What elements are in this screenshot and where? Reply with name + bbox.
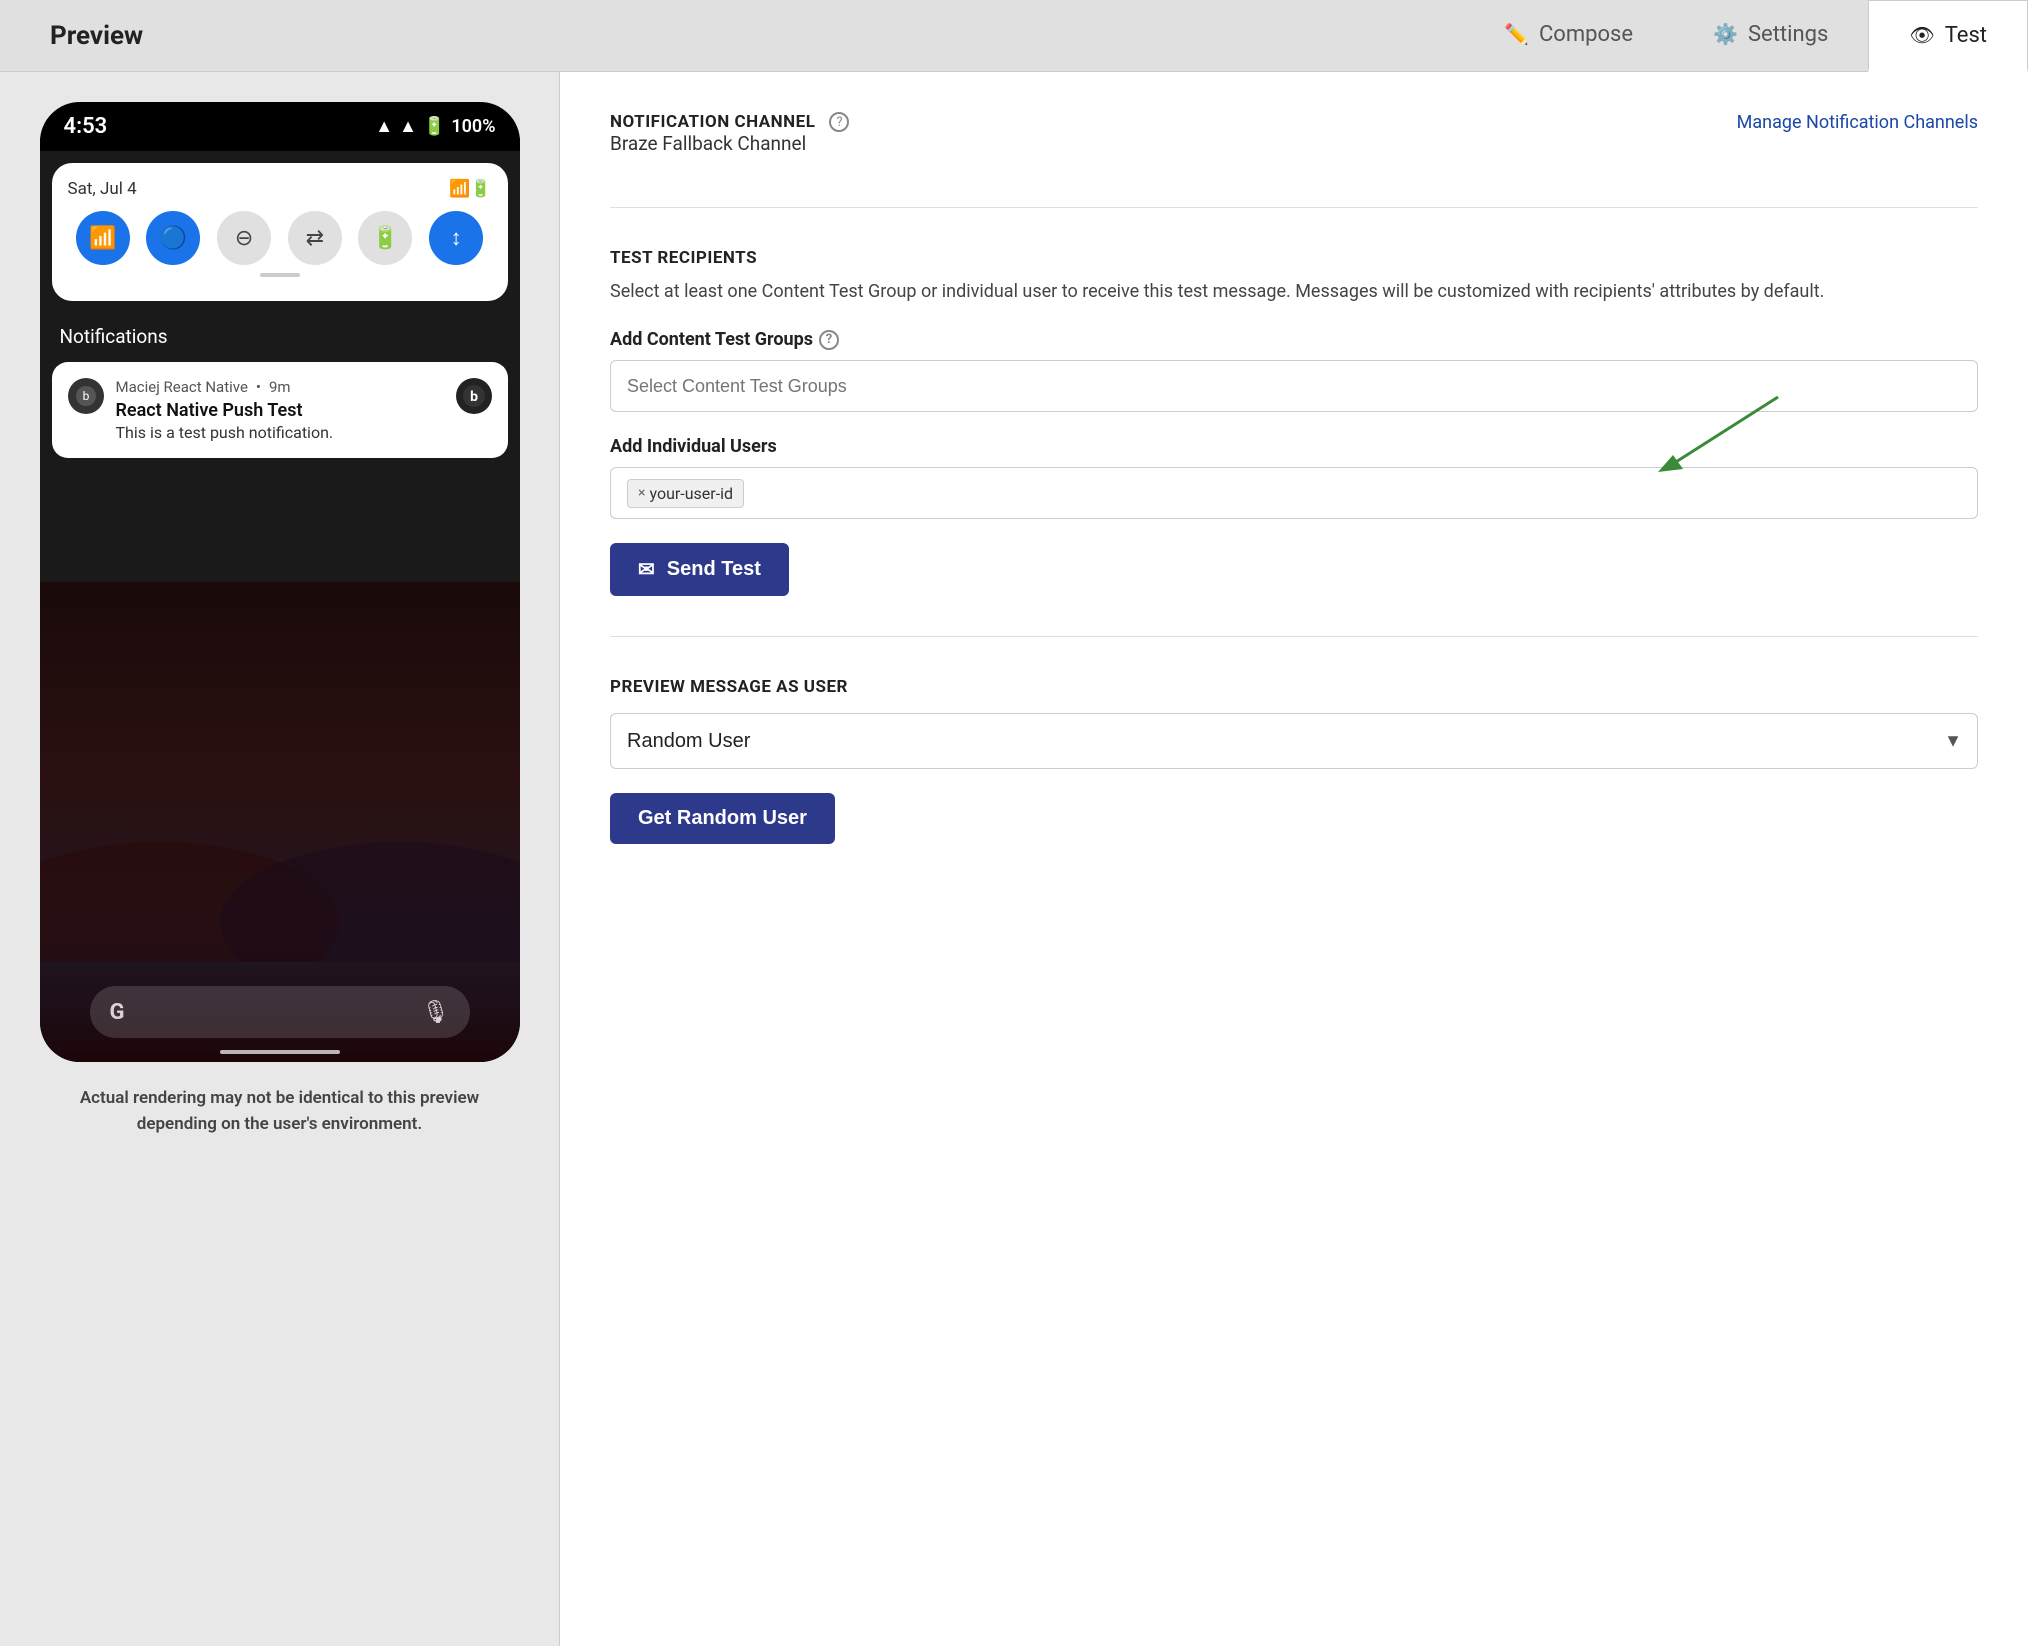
google-search-bar[interactable]: G 🎙 [90,986,470,1038]
svg-text:b: b [470,389,478,405]
notif-content: Maciej React Native • 9m React Native Pu… [116,378,444,442]
phone-bottom-bar-area: G 🎙 [40,942,520,1062]
wifi-icon: 📶 [89,226,116,251]
top-bar: Preview ✏️ Compose ⚙️ Settings 👁 Test [0,0,2028,72]
phone-date: Sat, Jul 4 [68,179,137,199]
notif-braze-icon: b [456,378,492,414]
notif-header: Maciej React Native • 9m [116,378,444,396]
battery-saver-icon: 🔋 [372,226,399,251]
bluetooth-toggle[interactable]: 🔵 [146,211,200,265]
bluetooth-icon: 🔵 [160,226,187,251]
quick-settings: 📶 🔵 ⊖ ⇄ 🔋 ↕ [68,211,492,265]
preview-user-select[interactable]: Random User Specific User [610,713,1978,769]
wifi-signal-icon: ▲ [375,116,393,137]
phone-mockup: 4:53 ▲ ▲ 🔋 100% Sat, Jul 4 📶🔋 📶 [40,102,520,1062]
individual-users-input[interactable]: × your-user-id [610,467,1978,519]
tab-test-label: Test [1945,23,1987,48]
status-icons: ▲ ▲ 🔋 100% [375,116,495,137]
battery-saver-toggle[interactable]: 🔋 [358,211,412,265]
send-test-label: Send Test [667,558,761,581]
phone-home-indicator [220,1050,340,1054]
pencil-icon: ✏️ [1504,22,1529,46]
data-icon: ↕ [451,225,462,251]
notification-channel-label: NOTIFICATION CHANNEL [610,112,815,132]
notification-card: b Maciej React Native • 9m React Native … [52,362,508,458]
preview-user-select-wrapper: Random User Specific User ▼ [610,713,1978,769]
test-recipients-label: TEST RECIPIENTS [610,248,1978,268]
tab-settings-label: Settings [1748,22,1828,47]
test-recipients-description: Select at least one Content Test Group o… [610,278,1978,305]
landscape-silhouette [40,762,520,962]
preview-panel: 4:53 ▲ ▲ 🔋 100% Sat, Jul 4 📶🔋 📶 [0,72,560,1646]
add-groups-help-icon[interactable]: ? [819,330,839,350]
notification-channel-help-icon[interactable]: ? [829,112,849,132]
drag-handle [260,273,300,277]
dnd-toggle[interactable]: ⊖ [217,211,271,265]
right-panel: NOTIFICATION CHANNEL ? Braze Fallback Ch… [560,72,2028,1646]
tab-group: ✏️ Compose ⚙️ Settings 👁 Test [1464,0,2028,71]
get-random-user-label: Get Random User [638,807,807,829]
preview-title: Preview [50,21,143,51]
google-logo: G [110,1000,125,1025]
notif-app-name: Maciej React Native [116,378,248,396]
tab-compose-label: Compose [1539,22,1633,47]
main-content: 4:53 ▲ ▲ 🔋 100% Sat, Jul 4 📶🔋 📶 [0,72,2028,1646]
page-title: Preview [20,0,173,71]
google-mic-icon: 🎙 [422,1000,450,1025]
tab-settings[interactable]: ⚙️ Settings [1673,0,1868,71]
preview-as-user-section: PREVIEW MESSAGE AS USER Random User Spec… [610,677,1978,884]
eye-icon: 👁 [1909,23,1934,47]
envelope-icon: ✉ [638,557,655,582]
phone-status-bar: 4:53 ▲ ▲ 🔋 100% [40,102,520,151]
phone-time: 4:53 [64,114,108,139]
notif-time: 9m [269,378,291,396]
notif-title: React Native Push Test [116,400,444,421]
content-test-groups-input[interactable] [610,360,1978,412]
tag-close-icon[interactable]: × [638,485,645,501]
arrow-container: × your-user-id [610,467,1978,519]
preview-as-user-label: PREVIEW MESSAGE AS USER [610,677,1978,697]
phone-notification-area: Sat, Jul 4 📶🔋 📶 🔵 ⊖ ⇄ [52,163,508,301]
notification-channel-title-row: NOTIFICATION CHANNEL ? [610,112,849,132]
send-test-button[interactable]: ✉ Send Test [610,543,789,596]
test-recipients-section: TEST RECIPIENTS Select at least one Cont… [610,248,1978,637]
notifications-label: Notifications [40,313,520,354]
tab-test[interactable]: 👁 Test [1868,0,2028,72]
phone-date-row: Sat, Jul 4 📶🔋 [68,179,492,199]
add-users-label: Add Individual Users [610,436,1978,457]
svg-text:b: b [82,389,89,403]
notification-channel-left: NOTIFICATION CHANNEL ? Braze Fallback Ch… [610,112,849,159]
notif-app-icon: b [68,378,104,414]
notif-body: This is a test push notification. [116,423,444,442]
notification-channel-value: Braze Fallback Channel [610,132,849,155]
add-groups-label: Add Content Test Groups ? [610,329,1978,350]
user-id-tag: × your-user-id [627,479,744,508]
user-tag-value: your-user-id [649,484,733,503]
rotation-icon: ⇄ [306,226,324,251]
tab-compose[interactable]: ✏️ Compose [1464,0,1673,71]
manage-notification-channels-link[interactable]: Manage Notification Channels [1737,112,1978,133]
battery-icon: 🔋 [423,116,445,137]
preview-caption: Actual rendering may not be identical to… [60,1086,500,1137]
notification-channel-section: NOTIFICATION CHANNEL ? Braze Fallback Ch… [610,112,1978,208]
wifi-toggle[interactable]: 📶 [76,211,130,265]
notification-channel-header-row: NOTIFICATION CHANNEL ? Braze Fallback Ch… [610,112,1978,159]
battery-level: 100% [451,116,495,137]
dnd-icon: ⊖ [235,226,253,251]
gear-icon: ⚙️ [1713,22,1738,46]
status-icons-small: 📶🔋 [449,179,491,199]
data-toggle[interactable]: ↕ [429,211,483,265]
rotation-toggle[interactable]: ⇄ [288,211,342,265]
cell-signal-icon: ▲ [399,116,417,137]
get-random-user-button[interactable]: Get Random User [610,793,835,844]
